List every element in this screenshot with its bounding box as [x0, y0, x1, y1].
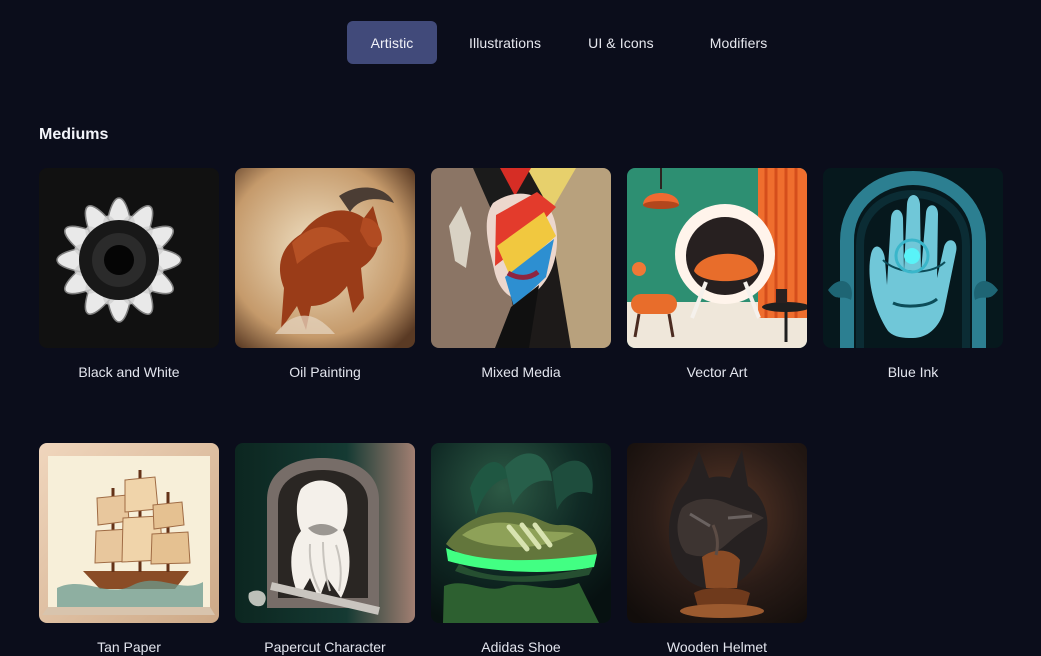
shoe-image	[431, 443, 611, 623]
tab-artistic[interactable]: Artistic	[347, 21, 437, 64]
medium-card-blue-ink[interactable]: Blue Ink	[823, 168, 1003, 381]
medium-card-papercut-character[interactable]: Papercut Character	[235, 443, 415, 656]
tab-modifiers[interactable]: Modifiers	[695, 21, 768, 64]
tab-label: Illustrations	[469, 34, 542, 51]
medium-card-black-and-white[interactable]: Black and White	[39, 168, 219, 381]
medium-label: Oil Painting	[289, 364, 361, 380]
blue-ink-thumbnail	[823, 168, 1003, 348]
medium-card-adidas-shoe[interactable]: Adidas Shoe	[431, 443, 611, 656]
mixed-media-thumbnail	[431, 168, 611, 348]
medium-label: Vector Art	[686, 364, 748, 380]
medium-card-wooden-helmet[interactable]: Wooden Helmet	[627, 443, 807, 656]
medium-label: Mixed Media	[481, 364, 561, 380]
tab-label: Modifiers	[709, 34, 768, 51]
sailing-ship-image	[39, 443, 219, 623]
tab-illustrations[interactable]: Illustrations	[447, 21, 560, 64]
horse-image	[235, 168, 415, 348]
mediums-grid: Black and White Oil Painting Mixed Media…	[39, 168, 1005, 656]
wooden-helmet-thumbnail	[627, 443, 807, 623]
section-title: Mediums	[39, 126, 109, 143]
portrait-image	[431, 168, 611, 348]
adidas-shoe-thumbnail	[431, 443, 611, 623]
oil-painting-thumbnail	[235, 168, 415, 348]
tab-label: UI & Icons	[588, 34, 654, 51]
papercut-character-thumbnail	[235, 443, 415, 623]
category-tabs: Artistic Illustrations UI & Icons Modifi…	[347, 21, 777, 64]
medium-card-mixed-media[interactable]: Mixed Media	[431, 168, 611, 381]
hand-image	[823, 168, 1003, 348]
tab-label: Artistic	[370, 34, 414, 51]
helmet-image	[627, 443, 807, 623]
tan-paper-thumbnail	[39, 443, 219, 623]
tab-ui-icons[interactable]: UI & Icons	[570, 21, 685, 64]
medium-label: Blue Ink	[887, 364, 939, 380]
black-and-white-thumbnail	[39, 168, 219, 348]
sunflower-image	[39, 168, 219, 348]
papercut-bearded-character-image	[235, 443, 415, 623]
vector-art-thumbnail	[627, 168, 807, 348]
medium-label: Black and White	[78, 364, 180, 380]
medium-card-vector-art[interactable]: Vector Art	[627, 168, 807, 381]
medium-card-oil-painting[interactable]: Oil Painting	[235, 168, 415, 381]
egg-chair-image	[627, 168, 807, 348]
medium-card-tan-paper[interactable]: Tan Paper	[39, 443, 219, 656]
